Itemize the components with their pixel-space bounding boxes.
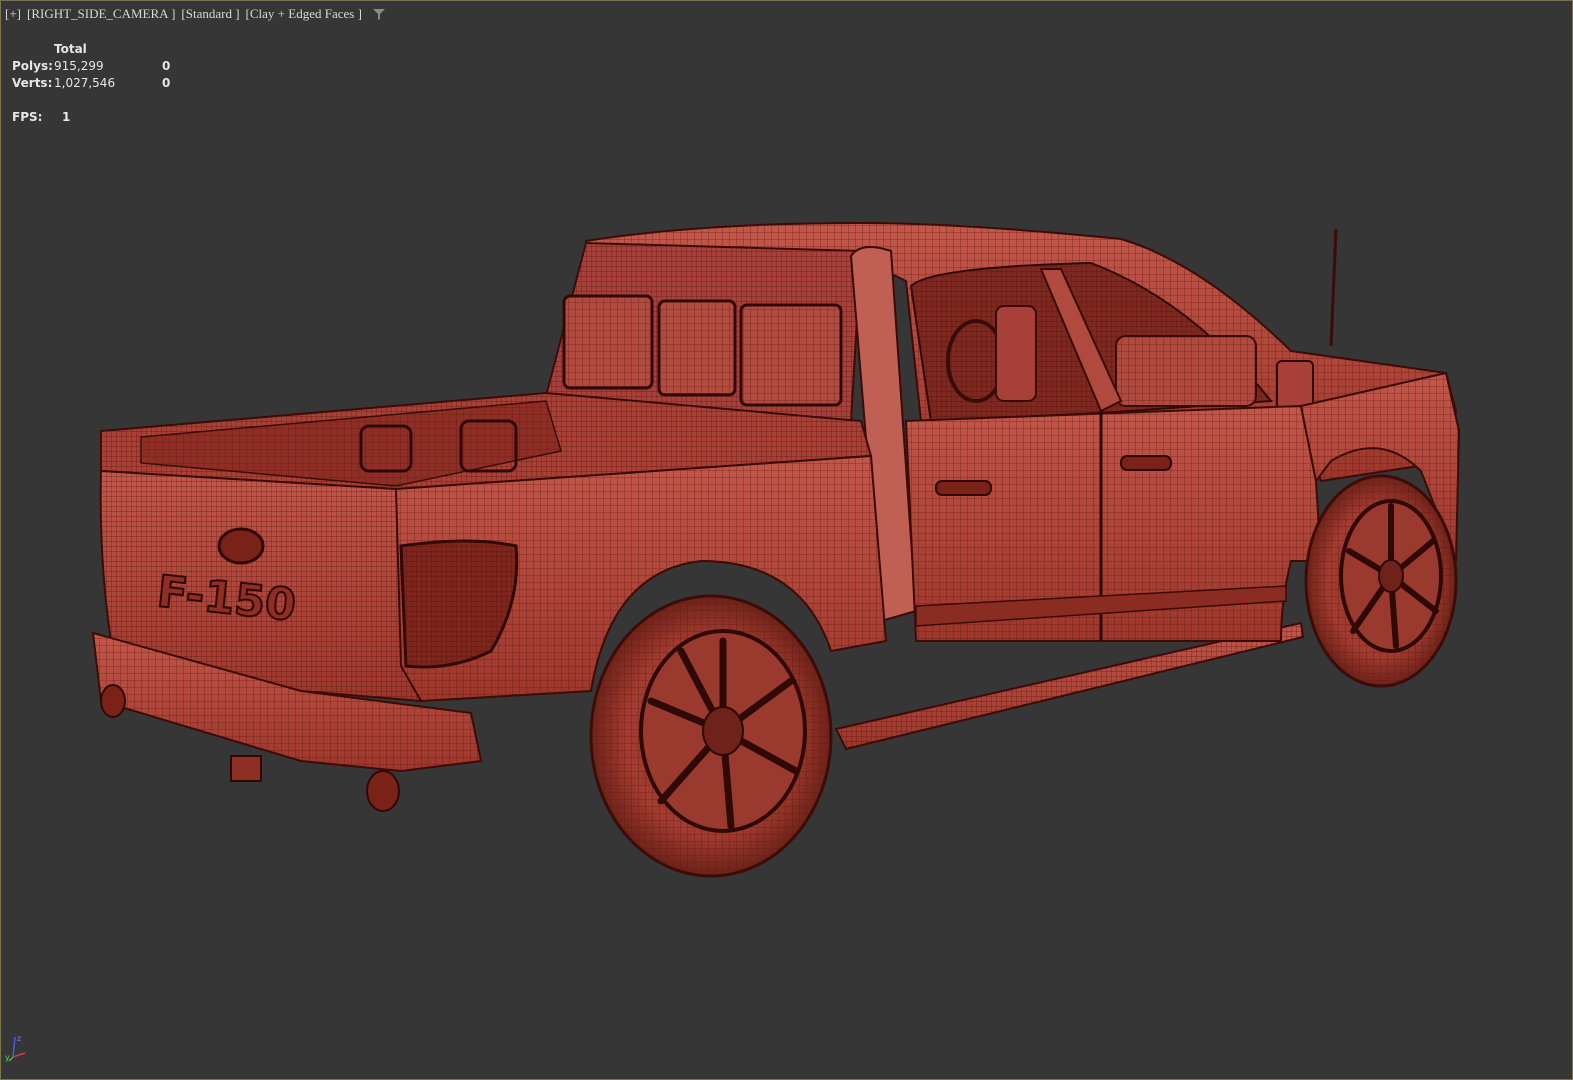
axis-tripod-icon: z y (5, 1034, 26, 1062)
viewport-general-menu[interactable]: [+] (5, 6, 21, 22)
front-wheel (1304, 474, 1458, 688)
svg-text:z: z (17, 1034, 21, 1043)
polys-label: Polys: (12, 59, 53, 73)
viewport-display-mode-menu[interactable]: [Clay + Edged Faces ] (246, 6, 362, 22)
antenna (1329, 228, 1338, 347)
funnel-icon[interactable] (372, 7, 386, 21)
tailgate-emblem (217, 527, 265, 565)
viewport-3d[interactable]: F-150 [+] [RIGHT_SIDE_CAMERA] [Standard… (0, 0, 1573, 1080)
door-handle-front (1120, 455, 1172, 471)
cab-doors (904, 404, 1323, 642)
fps-value: 1 (62, 110, 71, 124)
viewport-camera-menu[interactable]: [RIGHT_SIDE_CAMERA ] (27, 6, 175, 22)
polys-total: 915,299 (54, 59, 104, 73)
viewport-shading-preset-menu[interactable]: [Standard ] (181, 6, 239, 22)
exhaust-tip (366, 770, 400, 812)
door-handle-rear (935, 480, 992, 496)
fps-label: FPS: (12, 110, 43, 124)
polys-selected: 0 (162, 59, 171, 73)
side-mirror (1276, 360, 1314, 410)
viewport-label-menu: [+] [RIGHT_SIDE_CAMERA ] [Standard ] [Cl… (5, 4, 386, 24)
truck-model[interactable]: F-150 (91, 221, 1461, 878)
stats-column-header: Total (54, 42, 87, 56)
scene-canvas[interactable]: F-150 (1, 1, 1572, 1079)
verts-total: 1,027,546 (54, 76, 116, 90)
svg-text:y: y (5, 1053, 10, 1062)
rear-wheel (589, 594, 833, 878)
verts-selected: 0 (162, 76, 171, 90)
verts-label: Verts: (12, 76, 53, 90)
